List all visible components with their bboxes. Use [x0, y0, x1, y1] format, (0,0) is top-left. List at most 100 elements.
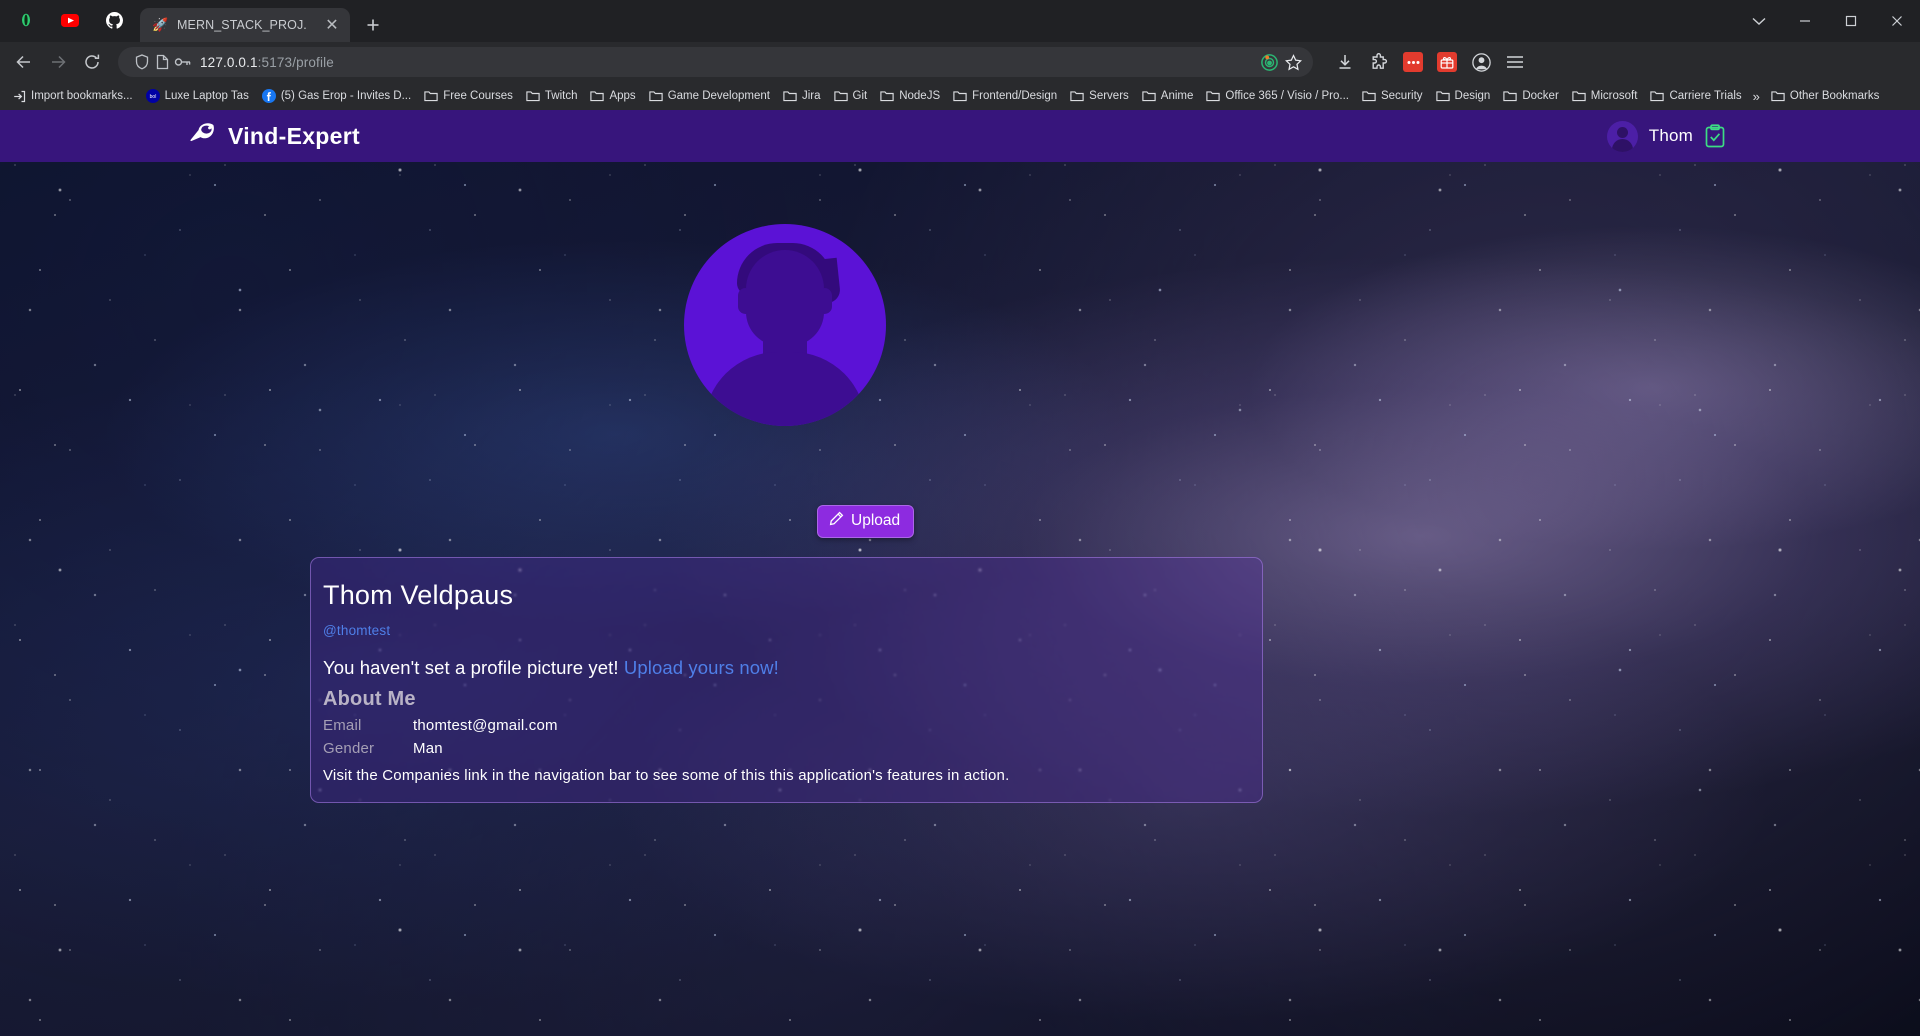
facebook-icon [261, 89, 276, 103]
bookmarks-overflow-button[interactable]: » [1749, 86, 1764, 107]
bookmark-label: Luxe Laptop Tas [164, 90, 249, 102]
pencil-icon [829, 511, 844, 531]
shield-icon[interactable] [132, 52, 152, 72]
brand-logo-link[interactable]: Vind-Expert [190, 122, 360, 150]
url-text: 127.0.0.1:5173/profile [192, 55, 1259, 70]
avatar-body [1611, 138, 1633, 152]
red-extension-icon[interactable] [1397, 46, 1429, 78]
bookmark-label: Anime [1160, 90, 1194, 102]
bookmark-label: Apps [609, 90, 636, 102]
red-gift-extension-icon[interactable] [1431, 46, 1463, 78]
detail-value: Man [413, 740, 443, 758]
gift-badge [1437, 52, 1457, 72]
folder-icon [424, 89, 438, 103]
profile-picture-notice: You haven't set a profile picture yet! U… [323, 657, 1262, 679]
forward-button[interactable] [42, 46, 74, 78]
bookmark-git[interactable]: Git [828, 86, 874, 106]
upload-avatar-button[interactable]: Upload [817, 505, 915, 538]
browser-tab-active[interactable]: 🚀 MERN_STACK_PROJ. ✕ [140, 8, 350, 42]
bookmark-import[interactable]: Import bookmarks... [6, 86, 139, 106]
github-pinned-tab[interactable] [94, 3, 134, 37]
folder-icon [1435, 89, 1450, 103]
avatar-head [1616, 126, 1628, 138]
profile-handle: @thomtest [323, 623, 391, 639]
bookmark-gas-erop[interactable]: (5) Gas Erop - Invites D... [256, 86, 417, 106]
shell-pinned-tab[interactable] [6, 3, 46, 37]
hamburger-icon[interactable] [1499, 46, 1531, 78]
profile-footer-text: Visit the Companies link in the navigati… [323, 767, 1010, 785]
maximize-button[interactable] [1828, 0, 1874, 42]
detail-row-email: Email thomtest@gmail.com [323, 717, 1262, 734]
folder-icon [1206, 89, 1221, 103]
profile-avatar-block [684, 224, 886, 426]
puzzle-icon[interactable] [1363, 46, 1395, 78]
folder-icon [1572, 89, 1586, 103]
bookmark-microsoft[interactable]: Microsoft [1566, 86, 1644, 106]
avatar-head [746, 250, 824, 346]
upload-yours-now-link[interactable]: Upload yours now! [624, 657, 779, 678]
window-close-button[interactable] [1874, 0, 1920, 42]
bookmark-frontend-design[interactable]: Frontend/Design [947, 86, 1063, 106]
bookmark-free-courses[interactable]: Free Courses [418, 86, 519, 106]
back-button[interactable] [8, 46, 40, 78]
close-icon[interactable]: ✕ [323, 16, 341, 34]
bookmark-jira[interactable]: Jira [777, 86, 827, 106]
bookmark-twitch[interactable]: Twitch [520, 86, 584, 106]
bookmark-label: Twitch [544, 90, 578, 102]
bookmark-label: NodeJS [899, 90, 941, 102]
brand-name: Vind-Expert [228, 122, 360, 149]
detail-key: Email [323, 717, 362, 735]
bookmark-label: Microsoft [1590, 90, 1638, 102]
star-icon[interactable] [1283, 52, 1303, 72]
bookmark-label: Git [852, 90, 868, 102]
svg-text:bol: bol [149, 94, 156, 100]
bookmark-label: Free Courses [443, 90, 513, 102]
page-icon[interactable] [152, 52, 172, 72]
youtube-pinned-tab[interactable] [50, 3, 90, 37]
bookmark-apps[interactable]: Apps [584, 86, 641, 106]
red-extension-badge [1403, 52, 1423, 72]
minimize-button[interactable] [1782, 0, 1828, 42]
folder-icon [953, 89, 967, 103]
default-user-avatar-icon[interactable] [684, 224, 886, 426]
chevron-down-icon[interactable] [1736, 0, 1782, 42]
folder-icon [1771, 89, 1785, 103]
new-tab-button[interactable] [358, 10, 388, 40]
bookmark-label: Design [1454, 90, 1491, 102]
bookmark-servers[interactable]: Servers [1064, 86, 1135, 106]
profile-info-card: Thom Veldpaus @thomtest You haven't set … [310, 557, 1263, 804]
download-icon[interactable] [1329, 46, 1361, 78]
upload-button-label: Upload [851, 512, 901, 529]
bookmark-label: Servers [1089, 90, 1129, 102]
folder-icon [649, 89, 663, 103]
bookmark-design[interactable]: Design [1430, 86, 1497, 106]
bookmark-game-development[interactable]: Game Development [643, 86, 776, 106]
bookmark-other-bookmarks[interactable]: Other Bookmarks [1765, 86, 1885, 106]
bookmark-security[interactable]: Security [1356, 86, 1429, 106]
bookmark-office-365[interactable]: Office 365 / Visio / Pro... [1200, 86, 1355, 106]
key-icon[interactable] [172, 52, 192, 72]
folder-icon [526, 89, 540, 103]
folder-icon [590, 89, 605, 103]
tab-title: MERN_STACK_PROJ. [177, 18, 307, 32]
navbar-username: Thom [1648, 126, 1693, 145]
import-icon [12, 89, 26, 103]
detail-value: thomtest@gmail.com [413, 717, 558, 735]
target-extension-icon[interactable] [1259, 52, 1279, 72]
clipboard-check-icon[interactable] [1704, 124, 1726, 148]
window-controls [1736, 0, 1920, 42]
navbar-user-menu[interactable]: Thom [1606, 120, 1892, 152]
bookmark-label: Frontend/Design [972, 90, 1058, 102]
bookmark-nodejs[interactable]: NodeJS [874, 86, 946, 106]
browser-toolbar: 127.0.0.1:5173/profile [0, 42, 1920, 82]
account-icon[interactable] [1465, 46, 1497, 78]
notice-text: You haven't set a profile picture yet! [323, 657, 619, 679]
reload-button[interactable] [76, 46, 108, 78]
address-bar[interactable]: 127.0.0.1:5173/profile [118, 47, 1313, 77]
bookmark-anime[interactable]: Anime [1136, 86, 1200, 106]
bookmark-carriere-trials[interactable]: Carriere Trials [1644, 86, 1747, 106]
rocket-icon: 🚀 [152, 17, 169, 32]
bookmark-docker[interactable]: Docker [1497, 86, 1564, 106]
bookmark-label: Other Bookmarks [1789, 90, 1880, 102]
bookmark-luxe-laptop-tas[interactable]: bol Luxe Laptop Tas [140, 86, 255, 106]
